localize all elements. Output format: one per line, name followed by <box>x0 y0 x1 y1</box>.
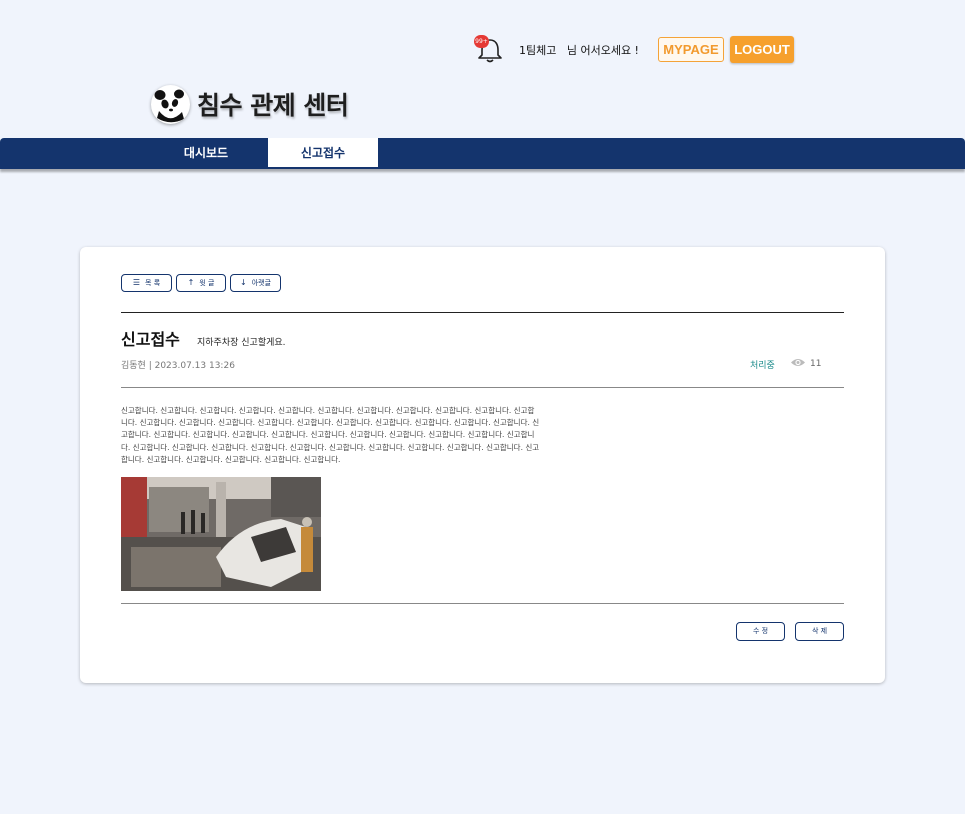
tab-dashboard[interactable]: 대시보드 <box>147 138 265 169</box>
status-badge: 처리중 <box>750 361 775 371</box>
meta-divider <box>121 387 844 388</box>
list-button[interactable]: ☰ 목 록 <box>121 274 172 292</box>
site-title: 침수 관제 센터 <box>197 91 349 120</box>
next-post-button[interactable]: ↓ 아랫글 <box>230 274 281 292</box>
edit-button[interactable]: 수 정 <box>736 622 785 641</box>
next-post-label: 아랫글 <box>251 279 272 287</box>
panda-logo[interactable] <box>151 85 190 124</box>
arrow-up-icon: ↑ <box>187 278 195 287</box>
post-image <box>121 477 321 591</box>
post-body: 신고합니다. 신고합니다. 신고합니다. 신고합니다. 신고합니다. 신고합니다… <box>121 406 540 464</box>
post-author-date: 김동현 | 2023.07.13 13:26 <box>121 361 235 371</box>
arrow-down-icon: ↓ <box>239 278 247 287</box>
list-icon: ☰ <box>132 278 141 287</box>
mypage-button[interactable]: MYPAGE <box>658 37 724 62</box>
post-category: 신고접수 <box>121 330 180 349</box>
prev-post-button[interactable]: ↑ 윗 글 <box>176 274 226 292</box>
post-subject: 지하주차장 신고할게요. <box>197 338 286 348</box>
bottom-divider <box>121 603 844 604</box>
delete-button[interactable]: 삭 제 <box>795 622 844 641</box>
view-count: 11 <box>810 359 822 369</box>
prev-post-label: 윗 글 <box>199 279 215 287</box>
post-card: ☰ 목 록 ↑ 윗 글 ↓ 아랫글 신고접수 지하주차장 신고할게요. 김동현 | 2… <box>80 247 885 683</box>
logout-button[interactable]: LOGOUT <box>730 36 794 63</box>
eye-icon <box>791 359 805 366</box>
notification-badge: 99+ <box>474 35 489 48</box>
list-button-label: 목 록 <box>145 279 161 287</box>
greeting-text: 1팀체고 님 어서오세요 ! <box>519 44 639 57</box>
tab-report[interactable]: 신고접수 <box>268 138 378 169</box>
top-divider <box>121 312 844 313</box>
main-nav: 대시보드 신고접수 <box>0 138 965 169</box>
